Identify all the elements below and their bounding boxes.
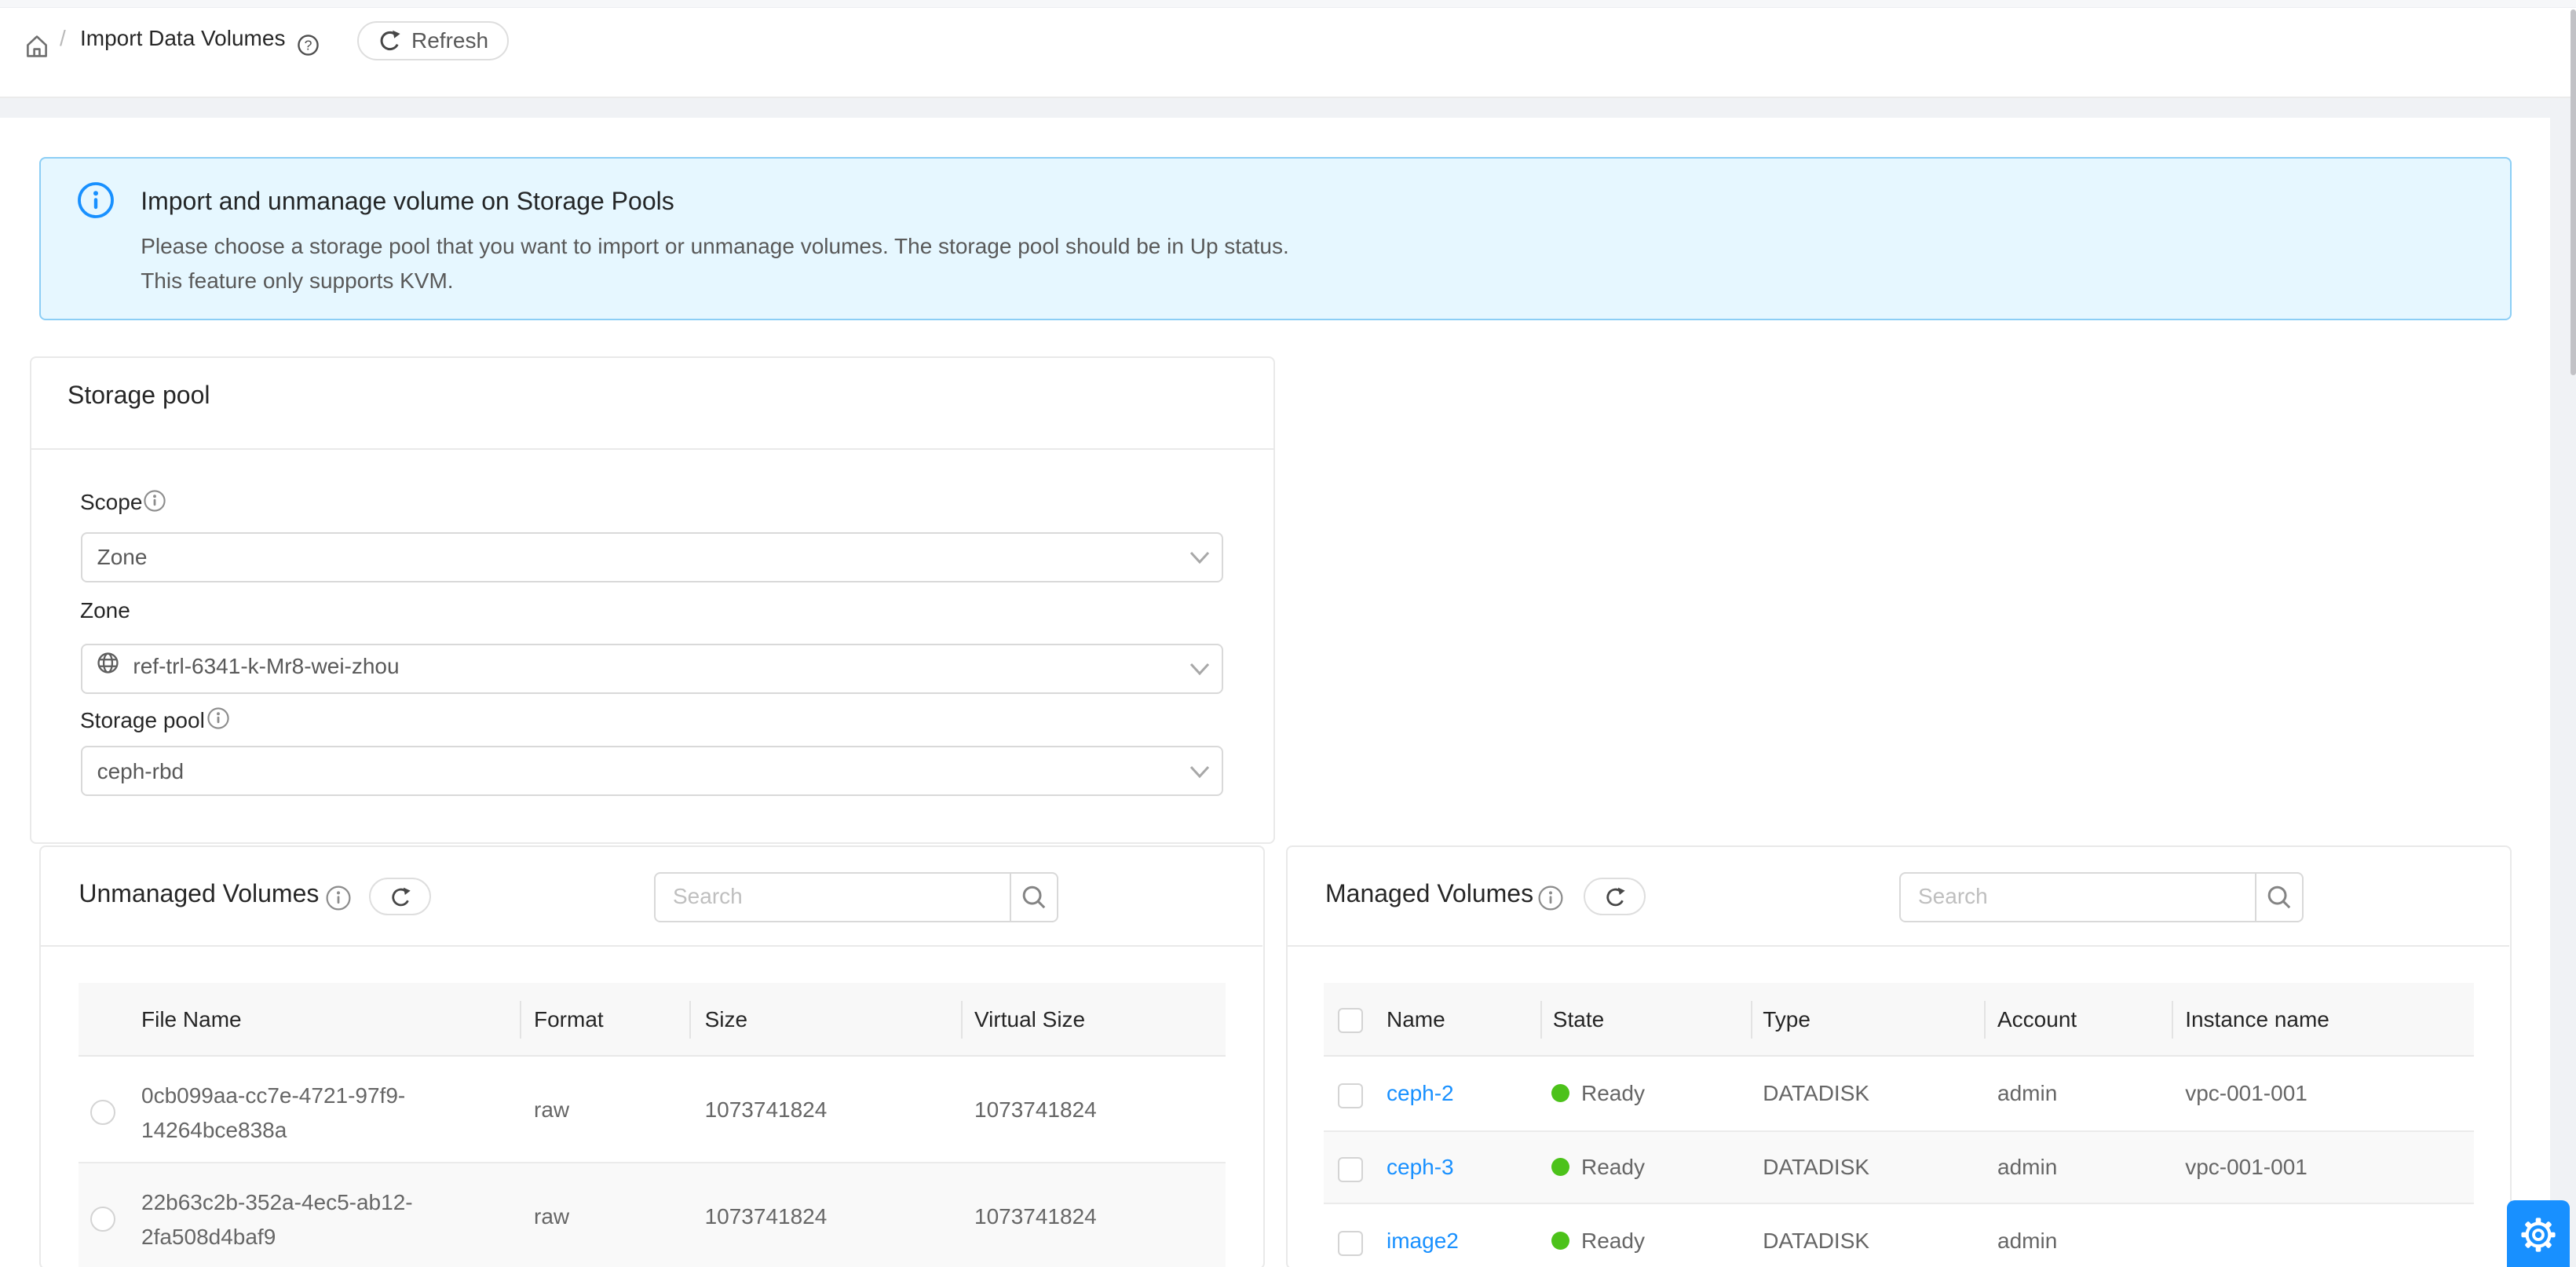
svg-text:?: ? [305,38,312,53]
